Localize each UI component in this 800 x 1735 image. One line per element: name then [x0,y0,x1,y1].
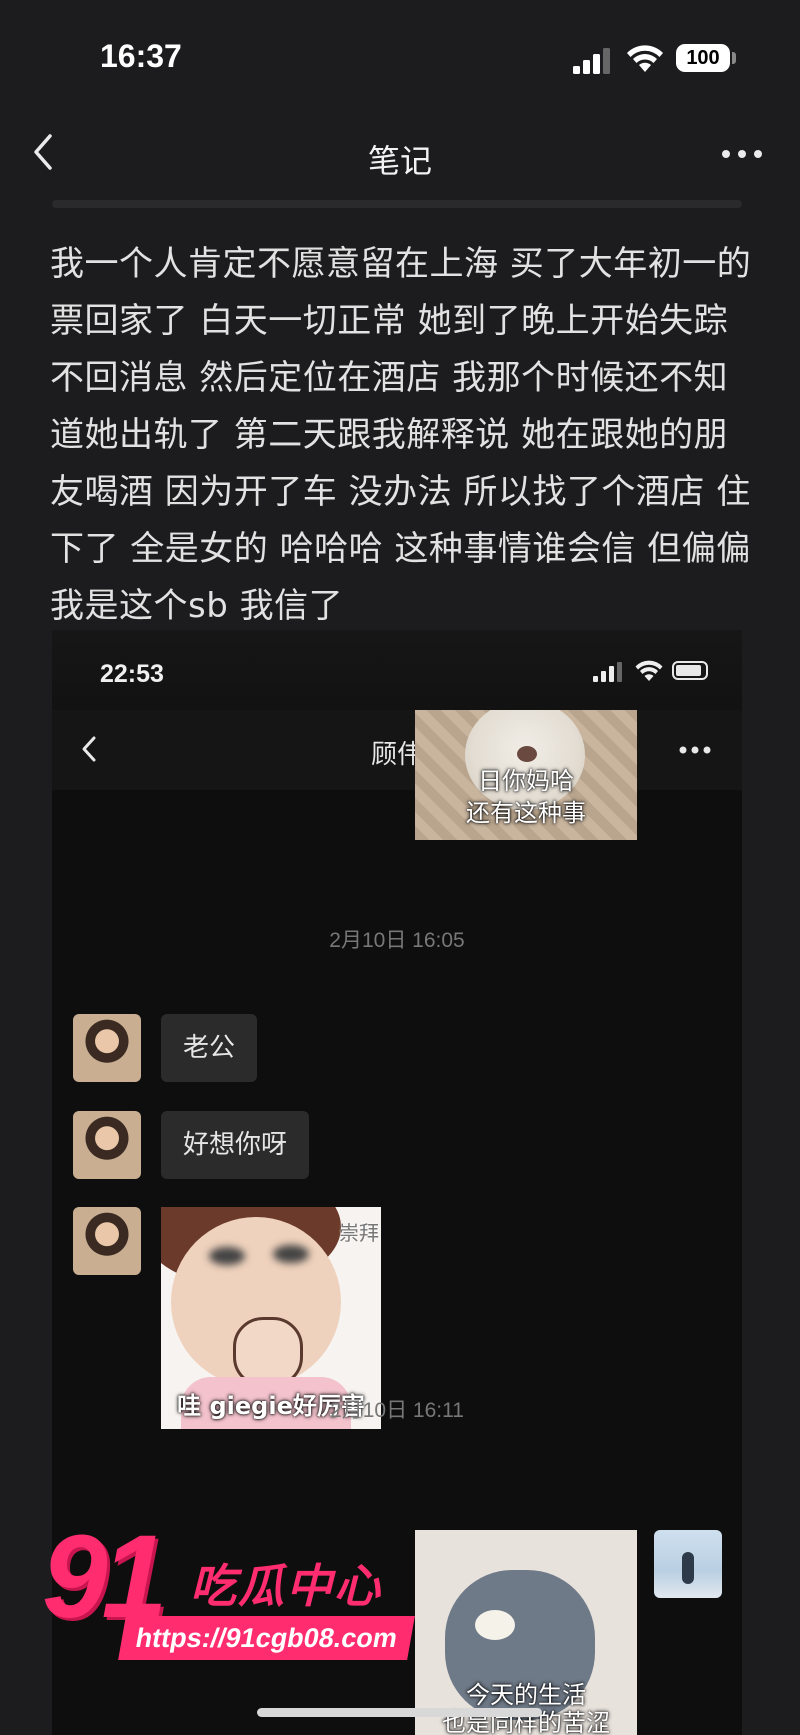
status-bar: 16:37 100 [0,0,800,110]
sticker-corner-text: 崇拜 [339,1221,379,1245]
avatar[interactable] [73,1111,141,1179]
sticker-caption: 日你妈哈 [478,767,574,795]
face-eye [273,1245,309,1263]
sticker-caption: 今天的生活 [466,1681,586,1709]
screenshot-chat-title: 顾伟 [370,740,423,770]
screenshot-time: 22:53 [100,660,164,688]
screenshot-nav: 顾伟 [52,710,742,790]
tom-eye [475,1610,515,1640]
watermark-brand: 吃瓜中心 [190,1559,382,1613]
message-bubble[interactable]: 老公 [161,1014,258,1082]
sticker-tom: 今天的生活 也是同样的苦涩 [415,1530,637,1735]
home-indicator[interactable] [257,1708,542,1717]
top-nav: 笔记 [0,118,800,192]
avatar[interactable] [73,1207,141,1275]
watermark-url: https://91cgb08.com [118,1616,415,1660]
face-eye [209,1247,245,1265]
more-icon[interactable] [720,148,764,160]
my-avatar[interactable] [654,1530,722,1598]
status-time: 16:37 [100,38,182,74]
screenshot-wifi-icon [635,660,663,681]
signal-icon [573,48,610,74]
message-timestamp: 2月10日 16:11 [330,1399,464,1422]
battery-level: 100 [686,47,720,69]
screenshot-battery-icon [672,661,708,680]
screenshot-status-bar: 22:53 [52,630,742,710]
divider [52,200,742,208]
cat-mouth [517,746,537,762]
wifi-icon [627,45,663,72]
battery-icon: 100 [676,44,730,72]
sticker-caption: 还有这种事 [466,799,586,827]
sticker-cat: 日你妈哈 还有这种事 [415,710,637,840]
battery-tip [732,52,736,64]
message-bubble[interactable]: 好想你呀 [161,1111,310,1179]
message-timestamp: 2月10日 16:05 [329,929,465,952]
watermark: 91 吃瓜中心 https://91cgb08.com [42,1512,442,1662]
screenshot-more-icon [679,746,711,754]
screenshot-signal-icon [593,662,622,682]
note-text: 我一个人肯定不愿意留在上海 买了大年初一的票回家了 白天一切正常 她到了晚上开始… [50,244,752,626]
avatar-figure [682,1552,694,1584]
page-title: 笔记 [367,142,432,180]
avatar[interactable] [73,1014,141,1082]
